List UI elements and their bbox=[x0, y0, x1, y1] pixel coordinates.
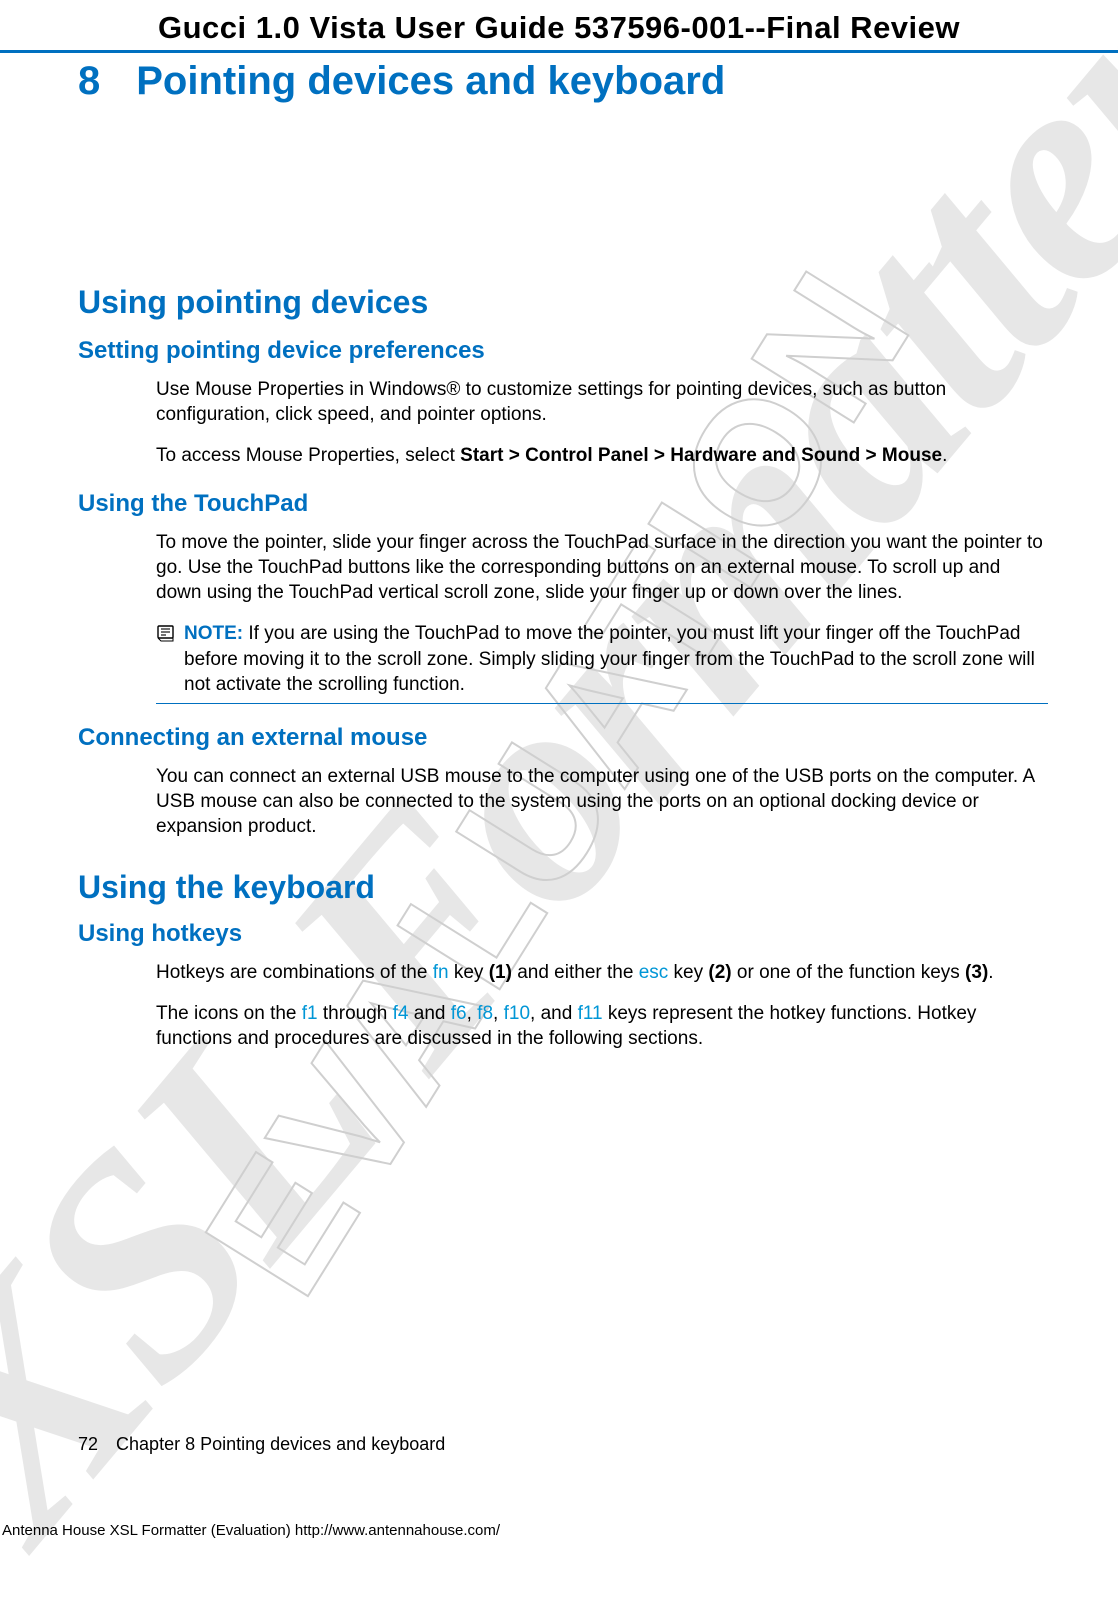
chapter-title: Pointing devices and keyboard bbox=[136, 59, 725, 104]
text-run: To access Mouse Properties, select bbox=[156, 445, 460, 466]
chapter-number: 8 bbox=[78, 59, 100, 104]
key-f1: f1 bbox=[302, 1003, 318, 1024]
ref-1: (1) bbox=[489, 962, 512, 983]
subheading-using-touchpad: Using the TouchPad bbox=[78, 490, 1048, 518]
text-run: and either the bbox=[512, 962, 639, 983]
text-run: . bbox=[988, 962, 993, 983]
note-label: NOTE: bbox=[184, 623, 243, 644]
paragraph-hotkeys-2: The icons on the f1 through f4 and f6, f… bbox=[156, 1001, 1048, 1051]
ref-3: (3) bbox=[965, 962, 988, 983]
text-run: , bbox=[493, 1003, 504, 1024]
key-f4: f4 bbox=[393, 1003, 409, 1024]
key-f11: f11 bbox=[578, 1003, 603, 1024]
paragraph-touchpad-1: To move the pointer, slide your finger a… bbox=[156, 530, 1048, 605]
subheading-using-hotkeys: Using hotkeys bbox=[78, 920, 1048, 948]
text-run: Hotkeys are combinations of the bbox=[156, 962, 433, 983]
chapter-heading: 8 Pointing devices and keyboard bbox=[78, 59, 1048, 104]
text-run: , and bbox=[530, 1003, 578, 1024]
text-run: or one of the function keys bbox=[732, 962, 965, 983]
note-text-content: If you are using the TouchPad to move th… bbox=[184, 623, 1035, 694]
subheading-setting-preferences: Setting pointing device preferences bbox=[78, 337, 1048, 365]
header-divider bbox=[0, 50, 1118, 53]
note-body: NOTE: If you are using the TouchPad to m… bbox=[184, 621, 1048, 696]
text-bold-menu-path: Start > Control Panel > Hardware and Sou… bbox=[460, 445, 942, 466]
footer-left: 72 Chapter 8 Pointing devices and keyboar… bbox=[78, 1434, 445, 1455]
text-run: and bbox=[408, 1003, 450, 1024]
page-number: 72 bbox=[78, 1434, 98, 1454]
key-fn: fn bbox=[433, 962, 449, 983]
paragraph-setting-prefs-2: To access Mouse Properties, select Start… bbox=[156, 443, 1048, 468]
ref-2: (2) bbox=[708, 962, 731, 983]
generator-credit: Antenna House XSL Formatter (Evaluation)… bbox=[2, 1522, 500, 1539]
paragraph-external-mouse: You can connect an external USB mouse to… bbox=[156, 764, 1048, 839]
note-block: NOTE: If you are using the TouchPad to m… bbox=[156, 621, 1048, 703]
text-run: key bbox=[449, 962, 489, 983]
section-using-pointing-devices: Using pointing devices bbox=[78, 284, 1048, 321]
note-icon bbox=[156, 623, 176, 650]
subheading-external-mouse: Connecting an external mouse bbox=[78, 724, 1048, 752]
key-f6: f6 bbox=[451, 1003, 467, 1024]
text-run: The icons on the bbox=[156, 1003, 302, 1024]
text-run: . bbox=[942, 445, 947, 466]
key-esc: esc bbox=[639, 962, 669, 983]
paragraph-hotkeys-1: Hotkeys are combinations of the fn key (… bbox=[156, 960, 1048, 985]
text-run: , bbox=[467, 1003, 478, 1024]
key-f8: f8 bbox=[477, 1003, 493, 1024]
text-run: through bbox=[318, 1003, 393, 1024]
document-header-title: Gucci 1.0 Vista User Guide 537596-001--F… bbox=[0, 10, 1118, 46]
footer-breadcrumb: Chapter 8 Pointing devices and keyboard bbox=[116, 1434, 445, 1454]
section-using-keyboard: Using the keyboard bbox=[78, 869, 1048, 906]
text-run: key bbox=[668, 962, 708, 983]
key-f10: f10 bbox=[504, 1003, 530, 1024]
paragraph-setting-prefs-1: Use Mouse Properties in Windows® to cust… bbox=[156, 377, 1048, 427]
